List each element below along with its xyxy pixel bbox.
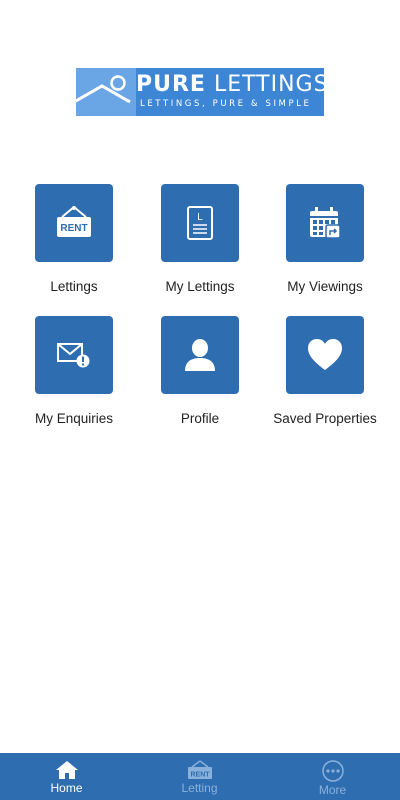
my-enquiries-tile-box[interactable] — [35, 316, 113, 394]
profile-label: Profile — [180, 411, 220, 426]
logo-brand: PURE LETTINGS — [136, 72, 324, 97]
logo-tagline: LETTINGS, PURE & SIMPLE — [140, 99, 312, 109]
svg-text:RENT: RENT — [190, 772, 210, 779]
lettings-tile[interactable]: RENT Lettings — [14, 184, 134, 304]
envelope-alert-icon — [57, 343, 90, 368]
my-enquiries-tile[interactable]: My Enquiries — [14, 316, 134, 436]
tab-letting[interactable]: RENT Letting — [133, 753, 266, 800]
home-screen: PURE LETTINGS LETTINGS, PURE & SIMPLE RE… — [0, 0, 400, 800]
lettings-tile-box[interactable]: RENT — [35, 184, 113, 262]
home-icon — [55, 761, 78, 779]
person-icon — [185, 339, 215, 371]
my-lettings-tile[interactable]: L My Lettings — [140, 184, 260, 304]
tab-letting-label: Letting — [181, 781, 218, 795]
lettings-label: Lettings — [50, 279, 98, 294]
tab-home-label: Home — [50, 781, 83, 795]
bottom-tab-bar: Home RENT Letting More — [0, 753, 400, 800]
rent-sign-icon: RENT — [187, 760, 212, 779]
my-enquiries-label: My Enquiries — [34, 411, 114, 426]
saved-properties-tile[interactable]: Saved Properties — [265, 316, 385, 436]
tab-more-label: More — [318, 783, 347, 797]
document-icon: L — [187, 206, 213, 240]
calendar-icon — [310, 207, 341, 239]
profile-tile-box[interactable] — [161, 316, 239, 394]
profile-tile[interactable]: Profile — [140, 316, 260, 436]
saved-properties-label: Saved Properties — [273, 411, 377, 426]
app-logo: PURE LETTINGS LETTINGS, PURE & SIMPLE — [76, 68, 324, 116]
svg-text:L: L — [197, 212, 203, 223]
my-viewings-label: My Viewings — [287, 279, 363, 294]
svg-text:RENT: RENT — [60, 223, 87, 234]
tab-more[interactable]: More — [266, 753, 399, 800]
rent-sign-icon: RENT — [57, 206, 91, 237]
logo-house-mark-icon — [76, 68, 136, 116]
my-viewings-tile[interactable]: My Viewings — [265, 184, 385, 304]
heart-icon — [308, 339, 342, 370]
my-lettings-tile-box[interactable]: L — [161, 184, 239, 262]
my-viewings-tile-box[interactable] — [286, 184, 364, 262]
saved-properties-tile-box[interactable] — [286, 316, 364, 394]
more-icon — [321, 760, 344, 782]
tab-home[interactable]: Home — [0, 753, 133, 800]
my-lettings-label: My Lettings — [165, 279, 235, 294]
